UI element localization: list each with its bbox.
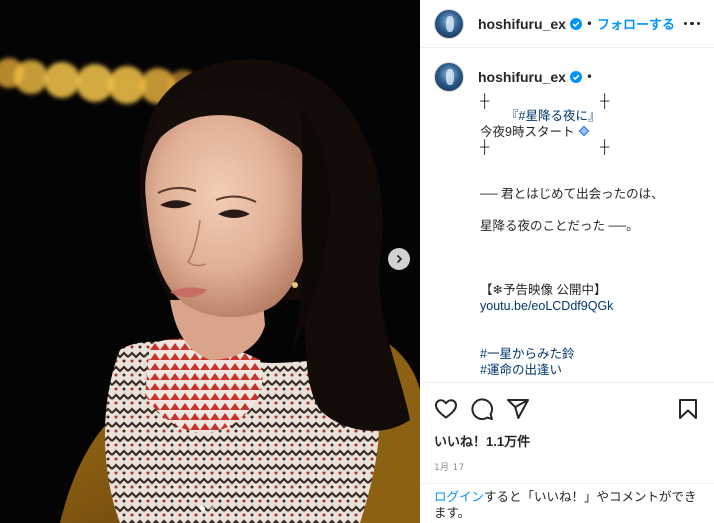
verified-badge-icon (569, 71, 582, 83)
decor-cross-row: ┼ ┼ (480, 140, 704, 154)
portrait-illustration (60, 59, 420, 523)
trailer-label: 【❄予告映像 公開中】 (480, 283, 607, 297)
caption-body: ┼ ┼ 『#星降る夜に』 今夜9時スタート ┼ ┼ ── 君とはじめて出会ったの… (480, 94, 704, 378)
more-options-button[interactable] (683, 16, 700, 32)
separator-dot: • (585, 16, 593, 31)
login-prompt: ログインすると「いいね！」やコメントができます。 (420, 483, 714, 523)
carousel-next-button[interactable] (388, 248, 410, 270)
login-link[interactable]: ログイン (434, 490, 484, 504)
caption-line: ── 君とはじめて出会ったのは、 (480, 187, 664, 201)
post-photo[interactable] (0, 0, 420, 523)
hashtag-link[interactable]: #一星からみた鈴 (480, 346, 704, 362)
action-bar (420, 383, 714, 423)
follow-button[interactable]: フォローする (597, 14, 675, 33)
caption-time-text: 今夜9時スタート (480, 125, 575, 139)
chevron-right-icon (396, 254, 403, 264)
verified-badge-icon (569, 17, 582, 30)
decor-cross: ┼ (600, 93, 610, 108)
post-header: hoshifuru_ex • フォローする (420, 0, 714, 48)
caption-time-line: 今夜9時スタート (480, 124, 704, 140)
separator-dot: • (585, 70, 593, 84)
carousel-dot (209, 506, 214, 511)
decor-cross: ┼ (600, 139, 610, 154)
post-date[interactable]: 1月 17 (420, 450, 714, 473)
caption-username-link[interactable]: hoshifuru_ex (478, 69, 566, 85)
post-sidebar: hoshifuru_ex • フォローする hoshifuru_ex • ┼ ┼… (420, 0, 714, 523)
decor-cross: ┼ (480, 139, 490, 154)
username-link[interactable]: hoshifuru_ex (478, 16, 566, 32)
decor-cross: ┼ (480, 93, 490, 108)
hashtag-link[interactable]: #運命の出逢い (480, 362, 704, 378)
avatar[interactable] (434, 8, 464, 39)
caption: hoshifuru_ex • ┼ ┼ 『#星降る夜に』 今夜9時スタート ┼ ┼ (434, 62, 704, 378)
more-dots-icon (683, 21, 687, 26)
bookmark-icon[interactable] (676, 397, 700, 421)
heart-icon[interactable] (434, 397, 458, 421)
caption-title-hashtag[interactable]: 『#星降る夜に』 (480, 108, 704, 124)
caption-header: hoshifuru_ex • (434, 62, 704, 92)
blue-diamond-icon (578, 125, 590, 137)
like-count[interactable]: いいね！1.1万件 (420, 423, 714, 450)
post-actions: いいね！1.1万件 1月 17 ログインすると「いいね！」やコメントができます。 (420, 382, 714, 522)
more-dot (690, 21, 694, 26)
more-dot (696, 21, 700, 26)
carousel-indicator (200, 506, 214, 511)
caption-line: 星降る夜のことだった ──。 (480, 219, 639, 233)
comment-bubble-icon[interactable] (470, 397, 494, 421)
decor-cross-row: ┼ ┼ (480, 94, 704, 108)
paper-plane-icon[interactable] (506, 397, 530, 421)
carousel-dot-active (200, 506, 205, 511)
trailer-link[interactable]: youtu.be/eoLCDdf9QGk (480, 298, 704, 314)
caption-avatar[interactable] (434, 62, 464, 92)
